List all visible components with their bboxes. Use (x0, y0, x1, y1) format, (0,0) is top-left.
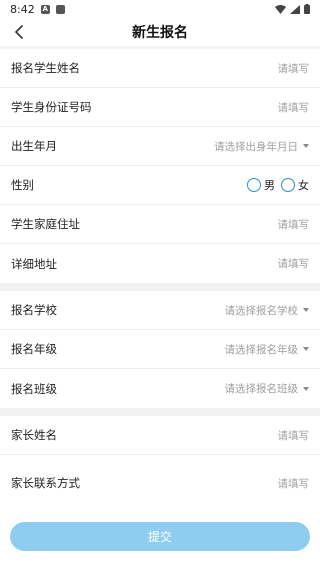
id-number-input[interactable]: 请填写 (278, 100, 310, 115)
student-name-row[interactable]: 报名学生姓名 请填写 (0, 49, 320, 88)
grade-placeholder: 请选择报名年级 (224, 343, 299, 356)
school-label: 报名学校 (11, 303, 57, 317)
class-row[interactable]: 报名班级 请选择报名班级 (0, 369, 320, 408)
chevron-left-icon (15, 25, 23, 39)
gender-label: 性别 (11, 178, 34, 192)
submit-button[interactable]: 提交 (10, 522, 310, 551)
section-divider (0, 408, 320, 416)
birth-date-placeholder: 请选择出身年月日 (214, 140, 298, 153)
home-address-label: 学生家庭住址 (11, 217, 80, 231)
status-left: 8:42 A (10, 3, 65, 16)
section-divider (0, 283, 320, 291)
caret-down-icon (303, 347, 309, 351)
notification-a-icon: A (40, 4, 50, 14)
form-section-parent: 家长姓名 请填写 家长联系方式 请填写 (0, 416, 320, 511)
detail-address-input[interactable]: 请填写 (278, 256, 310, 271)
gender-female-option[interactable]: 女 (281, 177, 309, 193)
class-select[interactable]: 请选择报名班级 (224, 381, 309, 396)
gender-male-label: 男 (264, 179, 275, 192)
caret-down-icon (303, 308, 309, 312)
birth-date-select[interactable]: 请选择出身年月日 (214, 139, 309, 154)
page-title: 新生报名 (132, 25, 188, 41)
status-time: 8:42 (10, 2, 35, 16)
birth-date-label: 出生年月 (11, 139, 57, 153)
page: 8:42 A 新生报名 报名学生姓名 请填写 学生身份证号码 请填写 出生年月 … (0, 0, 320, 568)
status-right (275, 4, 310, 14)
back-button[interactable] (8, 20, 30, 44)
school-placeholder: 请选择报名学校 (224, 304, 299, 317)
status-bar: 8:42 A (0, 0, 320, 18)
battery-icon (304, 4, 310, 14)
gender-radio-group: 男 女 (247, 177, 309, 193)
bottom-bar: 提交 (0, 508, 320, 568)
nav-bar: 新生报名 (0, 18, 320, 46)
birth-date-row[interactable]: 出生年月 请选择出身年月日 (0, 127, 320, 166)
gender-row: 性别 男 女 (0, 166, 320, 205)
student-name-input[interactable]: 请填写 (278, 61, 310, 76)
grade-label: 报名年级 (11, 342, 57, 356)
class-label: 报名班级 (11, 381, 57, 396)
detail-address-row[interactable]: 详细地址 请填写 (0, 244, 320, 283)
class-placeholder: 请选择报名班级 (224, 383, 299, 395)
detail-address-label: 详细地址 (11, 256, 57, 271)
parent-name-label: 家长姓名 (11, 428, 57, 442)
student-name-label: 报名学生姓名 (11, 61, 80, 75)
gender-male-option[interactable]: 男 (247, 177, 275, 193)
parent-name-input[interactable]: 请填写 (278, 428, 310, 443)
parent-contact-input[interactable]: 请填写 (278, 476, 310, 491)
grade-select[interactable]: 请选择报名年级 (224, 342, 309, 357)
home-address-input[interactable]: 请填写 (278, 217, 310, 232)
radio-female-icon[interactable] (281, 178, 295, 192)
caret-down-icon (303, 144, 309, 148)
grade-row[interactable]: 报名年级 请选择报名年级 (0, 330, 320, 369)
wifi-icon (275, 4, 286, 14)
form-section-student: 报名学生姓名 请填写 学生身份证号码 请填写 出生年月 请选择出身年月日 性别 … (0, 49, 320, 283)
parent-contact-row[interactable]: 家长联系方式 请填写 (0, 455, 320, 511)
gender-female-label: 女 (298, 179, 309, 192)
school-select[interactable]: 请选择报名学校 (224, 303, 309, 318)
form-section-school: 报名学校 请选择报名学校 报名年级 请选择报名年级 报名班级 请选择报名班级 (0, 291, 320, 408)
parent-name-row[interactable]: 家长姓名 请填写 (0, 416, 320, 455)
home-address-row[interactable]: 学生家庭住址 请填写 (0, 205, 320, 244)
caret-down-icon (303, 386, 309, 391)
radio-male-icon[interactable] (247, 178, 261, 192)
school-row[interactable]: 报名学校 请选择报名学校 (0, 291, 320, 330)
signal-icon (290, 4, 300, 14)
id-number-row[interactable]: 学生身份证号码 请填写 (0, 88, 320, 127)
parent-contact-label: 家长联系方式 (11, 476, 80, 490)
id-number-label: 学生身份证号码 (11, 100, 92, 114)
notification-square-icon (55, 4, 65, 14)
